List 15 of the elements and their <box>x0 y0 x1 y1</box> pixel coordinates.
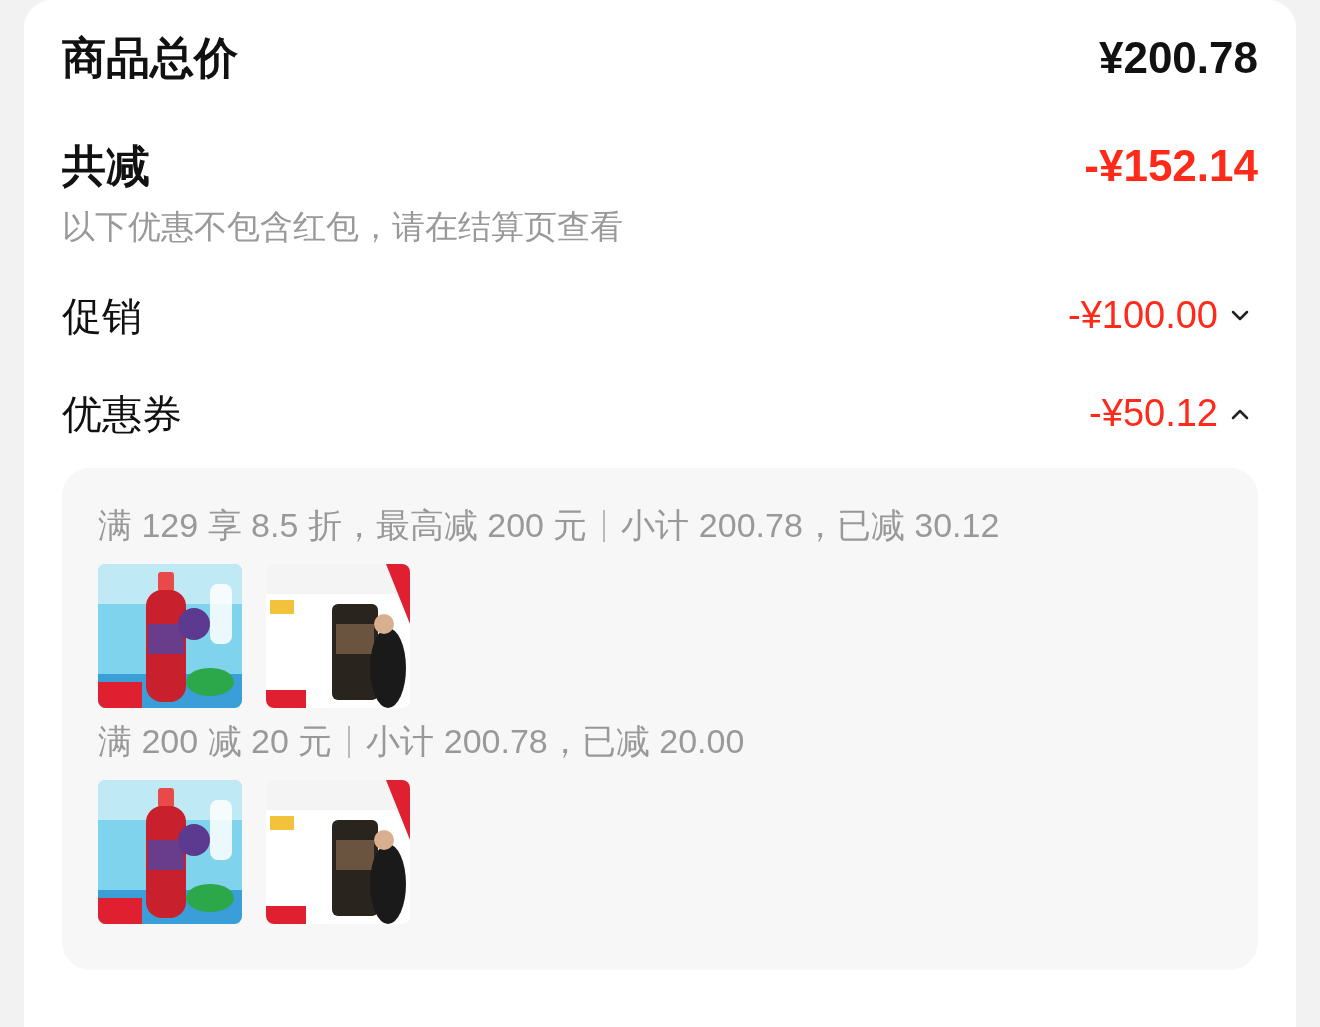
coupon-subtotal: 小计 200.78，已减 20.00 <box>366 721 745 762</box>
coupon-rule: 满 129 享 8.5 折，最高减 200 元 <box>98 505 588 546</box>
total-price: ¥200.78 <box>1098 32 1258 84</box>
discount-note: 以下优惠不包含红包，请在结算页查看 <box>62 207 624 247</box>
discount-row[interactable]: 促销 -¥100.00 <box>62 285 1258 346</box>
discount-type-label: 优惠券 <box>62 390 182 438</box>
coupon-rule: 满 200 减 20 元 <box>98 721 333 762</box>
discount-label: 共减 <box>62 140 150 192</box>
total-label: 商品总价 <box>62 32 238 84</box>
discount-row[interactable]: 优惠券 -¥50.12 <box>62 383 1258 444</box>
discount-value: -¥100.00 <box>1068 293 1218 338</box>
coupon-subtotal: 小计 200.78，已减 30.12 <box>621 505 1000 546</box>
discount-value: -¥50.12 <box>1089 391 1218 436</box>
discount-type-label: 促销 <box>62 292 142 340</box>
discount-amount: -¥152.14 <box>1084 140 1258 192</box>
